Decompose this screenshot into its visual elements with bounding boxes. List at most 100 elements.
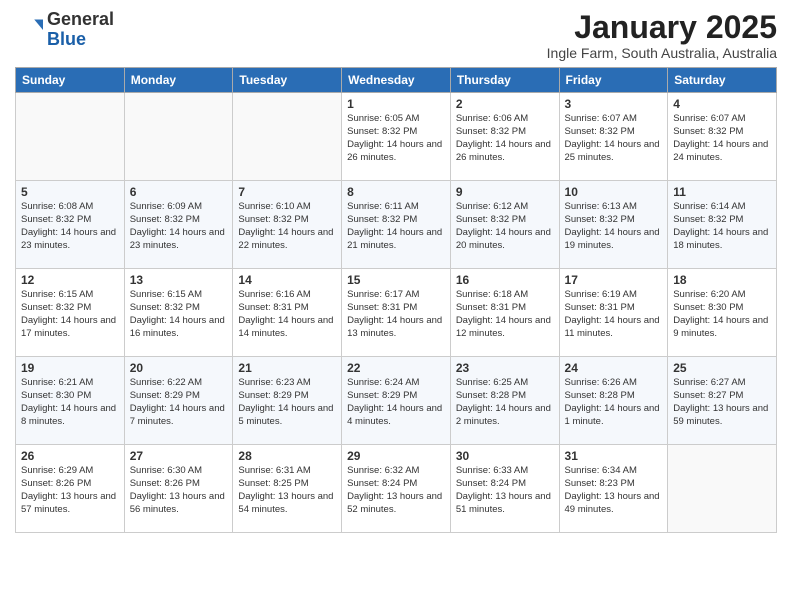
day-number: 21: [238, 361, 336, 375]
day-info: Sunrise: 6:19 AM Sunset: 8:31 PM Dayligh…: [565, 289, 663, 340]
day-number: 29: [347, 449, 445, 463]
day-info: Sunrise: 6:18 AM Sunset: 8:31 PM Dayligh…: [456, 289, 554, 340]
day-info: Sunrise: 6:13 AM Sunset: 8:32 PM Dayligh…: [565, 201, 663, 252]
day-number: 26: [21, 449, 119, 463]
day-info: Sunrise: 6:12 AM Sunset: 8:32 PM Dayligh…: [456, 201, 554, 252]
col-saturday: Saturday: [668, 68, 777, 93]
day-number: 3: [565, 97, 663, 111]
calendar-cell-w1-d4: 1 Sunrise: 6:05 AM Sunset: 8:32 PM Daylig…: [342, 93, 451, 181]
week-row-2: 5 Sunrise: 6:08 AM Sunset: 8:32 PM Daylig…: [16, 181, 777, 269]
calendar-cell-w2-d6: 10 Sunrise: 6:13 AM Sunset: 8:32 PM Dayli…: [559, 181, 668, 269]
day-info: Sunrise: 6:27 AM Sunset: 8:27 PM Dayligh…: [673, 377, 771, 428]
calendar-cell-w3-d4: 15 Sunrise: 6:17 AM Sunset: 8:31 PM Dayli…: [342, 269, 451, 357]
day-number: 15: [347, 273, 445, 287]
day-info: Sunrise: 6:31 AM Sunset: 8:25 PM Dayligh…: [238, 465, 336, 516]
day-info: Sunrise: 6:20 AM Sunset: 8:30 PM Dayligh…: [673, 289, 771, 340]
calendar-cell-w4-d5: 23 Sunrise: 6:25 AM Sunset: 8:28 PM Dayli…: [450, 357, 559, 445]
day-info: Sunrise: 6:22 AM Sunset: 8:29 PM Dayligh…: [130, 377, 228, 428]
calendar-cell-w5-d5: 30 Sunrise: 6:33 AM Sunset: 8:24 PM Dayli…: [450, 445, 559, 533]
day-number: 31: [565, 449, 663, 463]
calendar-cell-w1-d5: 2 Sunrise: 6:06 AM Sunset: 8:32 PM Daylig…: [450, 93, 559, 181]
day-info: Sunrise: 6:17 AM Sunset: 8:31 PM Dayligh…: [347, 289, 445, 340]
calendar-cell-w2-d7: 11 Sunrise: 6:14 AM Sunset: 8:32 PM Dayli…: [668, 181, 777, 269]
logo-icon: [15, 16, 43, 44]
day-info: Sunrise: 6:30 AM Sunset: 8:26 PM Dayligh…: [130, 465, 228, 516]
week-row-5: 26 Sunrise: 6:29 AM Sunset: 8:26 PM Dayli…: [16, 445, 777, 533]
day-info: Sunrise: 6:15 AM Sunset: 8:32 PM Dayligh…: [21, 289, 119, 340]
calendar-cell-w1-d7: 4 Sunrise: 6:07 AM Sunset: 8:32 PM Daylig…: [668, 93, 777, 181]
day-number: 9: [456, 185, 554, 199]
day-info: Sunrise: 6:25 AM Sunset: 8:28 PM Dayligh…: [456, 377, 554, 428]
day-info: Sunrise: 6:07 AM Sunset: 8:32 PM Dayligh…: [565, 113, 663, 164]
day-number: 5: [21, 185, 119, 199]
calendar-cell-w4-d4: 22 Sunrise: 6:24 AM Sunset: 8:29 PM Dayli…: [342, 357, 451, 445]
day-number: 23: [456, 361, 554, 375]
day-number: 22: [347, 361, 445, 375]
day-info: Sunrise: 6:11 AM Sunset: 8:32 PM Dayligh…: [347, 201, 445, 252]
day-info: Sunrise: 6:10 AM Sunset: 8:32 PM Dayligh…: [238, 201, 336, 252]
day-number: 4: [673, 97, 771, 111]
calendar-cell-w4-d7: 25Sunrise: 6:27 AM Sunset: 8:27 PM Dayli…: [668, 357, 777, 445]
day-info: Sunrise: 6:07 AM Sunset: 8:32 PM Dayligh…: [673, 113, 771, 164]
day-info: Sunrise: 6:05 AM Sunset: 8:32 PM Dayligh…: [347, 113, 445, 164]
day-number: 19: [21, 361, 119, 375]
day-number: 20: [130, 361, 228, 375]
week-row-4: 19Sunrise: 6:21 AM Sunset: 8:30 PM Dayli…: [16, 357, 777, 445]
calendar-cell-w3-d2: 13 Sunrise: 6:15 AM Sunset: 8:32 PM Dayli…: [124, 269, 233, 357]
day-info: Sunrise: 6:24 AM Sunset: 8:29 PM Dayligh…: [347, 377, 445, 428]
calendar-cell-w4-d1: 19Sunrise: 6:21 AM Sunset: 8:30 PM Dayli…: [16, 357, 125, 445]
day-number: 16: [456, 273, 554, 287]
calendar-cell-w1-d3: [233, 93, 342, 181]
day-info: Sunrise: 6:23 AM Sunset: 8:29 PM Dayligh…: [238, 377, 336, 428]
day-info: Sunrise: 6:15 AM Sunset: 8:32 PM Dayligh…: [130, 289, 228, 340]
day-number: 1: [347, 97, 445, 111]
day-info: Sunrise: 6:33 AM Sunset: 8:24 PM Dayligh…: [456, 465, 554, 516]
calendar-cell-w1-d1: [16, 93, 125, 181]
calendar-cell-w2-d5: 9 Sunrise: 6:12 AM Sunset: 8:32 PM Daylig…: [450, 181, 559, 269]
day-info: Sunrise: 6:29 AM Sunset: 8:26 PM Dayligh…: [21, 465, 119, 516]
logo-blue: Blue: [47, 29, 86, 49]
calendar: Sunday Monday Tuesday Wednesday Thursday…: [15, 67, 777, 533]
header: General Blue January 2025 Ingle Farm, So…: [15, 10, 777, 61]
col-tuesday: Tuesday: [233, 68, 342, 93]
calendar-cell-w3-d6: 17 Sunrise: 6:19 AM Sunset: 8:31 PM Dayli…: [559, 269, 668, 357]
calendar-cell-w5-d4: 29Sunrise: 6:32 AM Sunset: 8:24 PM Dayli…: [342, 445, 451, 533]
calendar-cell-w2-d1: 5 Sunrise: 6:08 AM Sunset: 8:32 PM Daylig…: [16, 181, 125, 269]
calendar-cell-w5-d6: 31Sunrise: 6:34 AM Sunset: 8:23 PM Dayli…: [559, 445, 668, 533]
calendar-cell-w1-d2: [124, 93, 233, 181]
calendar-cell-w4-d6: 24 Sunrise: 6:26 AM Sunset: 8:28 PM Dayli…: [559, 357, 668, 445]
calendar-cell-w4-d2: 20 Sunrise: 6:22 AM Sunset: 8:29 PM Dayli…: [124, 357, 233, 445]
logo-general: General: [47, 9, 114, 29]
calendar-header-row: Sunday Monday Tuesday Wednesday Thursday…: [16, 68, 777, 93]
month-title: January 2025: [547, 10, 777, 45]
week-row-1: 1 Sunrise: 6:05 AM Sunset: 8:32 PM Daylig…: [16, 93, 777, 181]
day-number: 7: [238, 185, 336, 199]
location-title: Ingle Farm, South Australia, Australia: [547, 45, 777, 61]
col-thursday: Thursday: [450, 68, 559, 93]
logo-text: General Blue: [47, 10, 114, 50]
day-info: Sunrise: 6:14 AM Sunset: 8:32 PM Dayligh…: [673, 201, 771, 252]
calendar-cell-w5-d2: 27 Sunrise: 6:30 AM Sunset: 8:26 PM Dayli…: [124, 445, 233, 533]
week-row-3: 12Sunrise: 6:15 AM Sunset: 8:32 PM Dayli…: [16, 269, 777, 357]
logo: General Blue: [15, 10, 114, 50]
day-number: 30: [456, 449, 554, 463]
calendar-cell-w3-d7: 18 Sunrise: 6:20 AM Sunset: 8:30 PM Dayli…: [668, 269, 777, 357]
day-info: Sunrise: 6:26 AM Sunset: 8:28 PM Dayligh…: [565, 377, 663, 428]
col-wednesday: Wednesday: [342, 68, 451, 93]
calendar-cell-w1-d6: 3 Sunrise: 6:07 AM Sunset: 8:32 PM Daylig…: [559, 93, 668, 181]
day-number: 10: [565, 185, 663, 199]
day-number: 2: [456, 97, 554, 111]
day-number: 17: [565, 273, 663, 287]
calendar-cell-w3-d3: 14Sunrise: 6:16 AM Sunset: 8:31 PM Dayli…: [233, 269, 342, 357]
day-number: 18: [673, 273, 771, 287]
day-info: Sunrise: 6:06 AM Sunset: 8:32 PM Dayligh…: [456, 113, 554, 164]
day-number: 27: [130, 449, 228, 463]
day-number: 11: [673, 185, 771, 199]
day-number: 8: [347, 185, 445, 199]
day-number: 24: [565, 361, 663, 375]
calendar-cell-w3-d5: 16 Sunrise: 6:18 AM Sunset: 8:31 PM Dayli…: [450, 269, 559, 357]
day-info: Sunrise: 6:08 AM Sunset: 8:32 PM Dayligh…: [21, 201, 119, 252]
day-number: 13: [130, 273, 228, 287]
col-friday: Friday: [559, 68, 668, 93]
calendar-cell-w2-d2: 6Sunrise: 6:09 AM Sunset: 8:32 PM Daylig…: [124, 181, 233, 269]
